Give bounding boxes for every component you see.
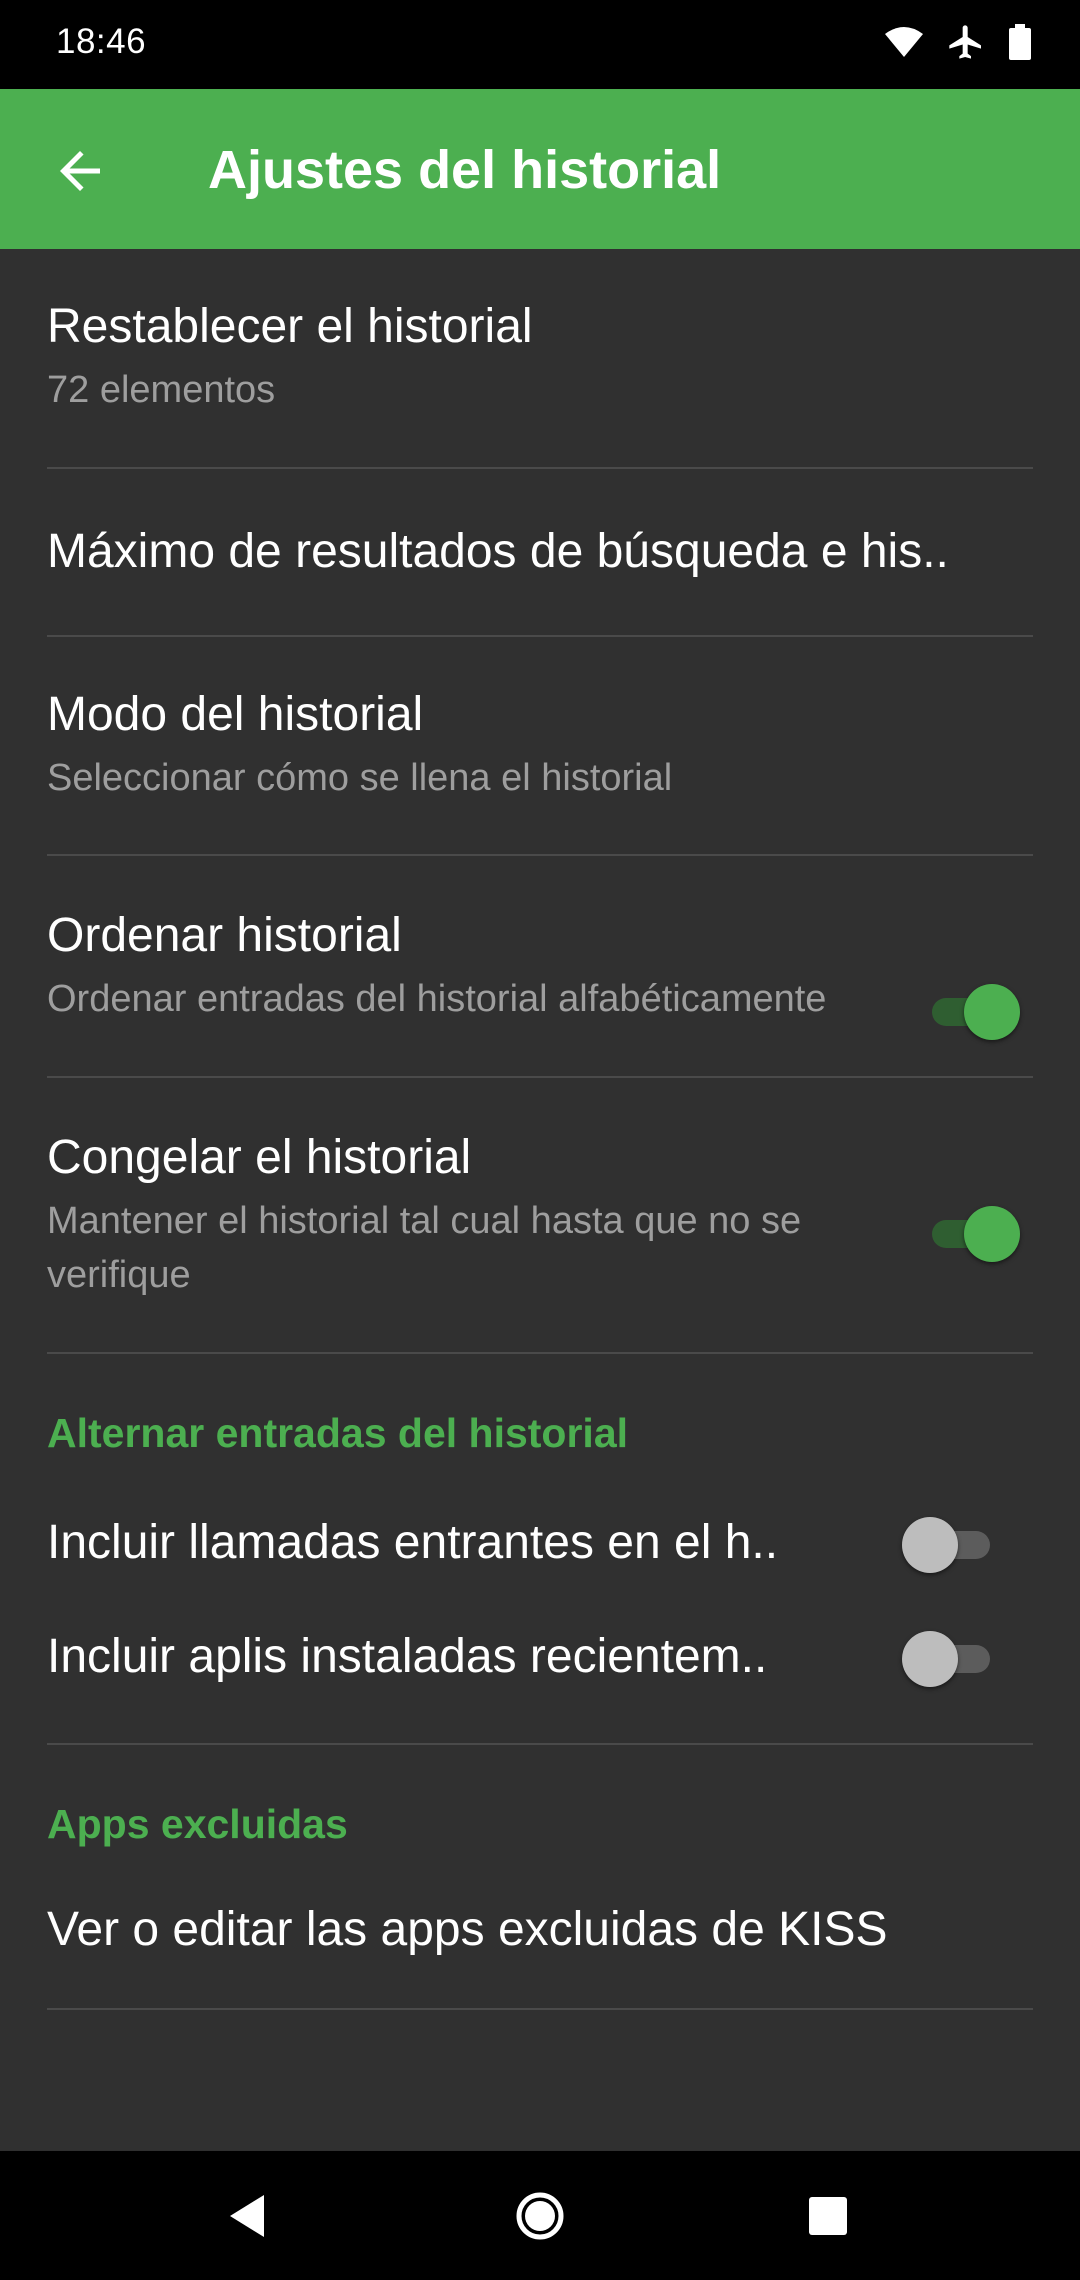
status-bar: 18:46 — [0, 0, 1080, 89]
incoming-calls-title: Incluir llamadas entrantes en el h.. — [47, 1516, 779, 1569]
recents-square-icon — [793, 2197, 863, 2255]
airplane-icon — [946, 22, 986, 67]
page-title: Ajustes del historial — [208, 140, 722, 200]
recent-apps-switch[interactable] — [902, 1627, 1000, 1687]
freeze-history-title: Congelar el historial — [47, 1131, 472, 1184]
wifi-icon — [884, 26, 924, 63]
settings-list: Restablecer el historial 72 elementos Má… — [0, 249, 1080, 2151]
history-mode-title: Modo del historial — [47, 688, 424, 741]
recent-apps-item[interactable]: Incluir aplis instaladas recientem.. — [0, 1629, 1080, 1743]
freeze-history-item[interactable]: Congelar el historial Mantener el histor… — [0, 1078, 1080, 1352]
back-triangle-icon — [212, 2195, 282, 2255]
nav-back-button[interactable] — [212, 2181, 282, 2251]
switch-thumb — [964, 984, 1020, 1040]
battery-icon — [1008, 23, 1032, 65]
recent-apps-title: Incluir aplis instaladas recientem.. — [47, 1630, 768, 1683]
incoming-calls-item[interactable]: Incluir llamadas entrantes en el h.. — [0, 1457, 1080, 1629]
switch-thumb — [902, 1631, 958, 1687]
max-results-title: Máximo de resultados de búsqueda e his.. — [47, 525, 949, 578]
max-results-item[interactable]: Máximo de resultados de búsqueda e his.. — [0, 469, 1080, 635]
sort-history-item[interactable]: Ordenar historial Ordenar entradas del h… — [0, 856, 1080, 1076]
excluded-apps-item[interactable]: Ver o editar las apps excluidas de KISS — [0, 1848, 1080, 2008]
freeze-history-switch[interactable] — [922, 1202, 1020, 1262]
app-bar: Ajustes del historial — [0, 89, 1080, 249]
reset-history-summary: 72 elementos — [47, 369, 276, 411]
reset-history-title: Restablecer el historial — [47, 300, 533, 353]
switch-thumb — [902, 1517, 958, 1573]
back-button[interactable] — [50, 141, 110, 201]
incoming-calls-switch[interactable] — [902, 1513, 1000, 1573]
navigation-bar — [0, 2151, 1080, 2280]
excluded-apps-title: Ver o editar las apps excluidas de KISS — [47, 1903, 888, 1956]
home-circle-icon — [505, 2192, 575, 2255]
nav-recents-button[interactable] — [793, 2181, 863, 2251]
sort-history-switch[interactable] — [922, 980, 1020, 1040]
status-icons — [884, 22, 1032, 67]
history-mode-item[interactable]: Modo del historial Seleccionar cómo se l… — [0, 637, 1080, 854]
history-mode-summary: Seleccionar cómo se llena el historial — [47, 757, 673, 799]
status-time: 18:46 — [56, 22, 147, 61]
switch-thumb — [964, 1206, 1020, 1262]
freeze-history-summary: Mantener el historial tal cual hasta que… — [47, 1200, 802, 1296]
sort-history-summary: Ordenar entradas del historial alfabétic… — [47, 978, 827, 1020]
nav-home-button[interactable] — [505, 2181, 575, 2251]
category-header-excluded-apps: Apps excluidas — [47, 1801, 348, 1847]
divider — [47, 2008, 1033, 2010]
arrow-left-icon — [50, 151, 110, 205]
sort-history-title: Ordenar historial — [47, 909, 402, 962]
reset-history-item[interactable]: Restablecer el historial 72 elementos — [0, 249, 1080, 467]
category-header-toggle-entries: Alternar entradas del historial — [47, 1410, 629, 1456]
